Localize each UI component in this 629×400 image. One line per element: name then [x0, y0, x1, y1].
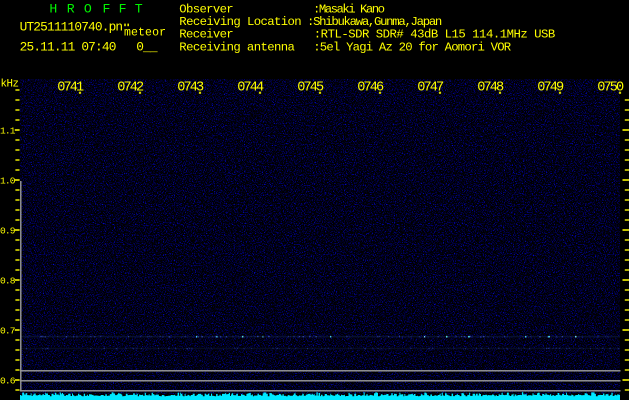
svg-text:0745: 0745: [297, 81, 324, 96]
svg-text:0744: 0744: [237, 81, 264, 96]
svg-text:1.0: 1.0: [0, 175, 16, 186]
svg-text:25.11.11 07:40 0__: 25.11.11 07:40 0__: [20, 39, 158, 54]
svg-text:H: H: [49, 1, 57, 16]
svg-text:meteor: meteor: [124, 27, 166, 40]
svg-text:0746: 0746: [357, 81, 384, 96]
svg-text:0747: 0747: [417, 81, 444, 96]
svg-text:0749: 0749: [537, 81, 564, 96]
svg-text:UT2511110740.pn: UT2511110740.pn: [20, 19, 124, 34]
svg-text:0.7: 0.7: [0, 325, 16, 336]
svg-text:F: F: [103, 1, 111, 16]
svg-text:0.8: 0.8: [0, 275, 16, 286]
svg-text:kHz: kHz: [1, 78, 20, 90]
svg-text:0.9: 0.9: [0, 225, 16, 236]
svg-text:0742: 0742: [117, 81, 144, 96]
svg-text:0743: 0743: [177, 81, 204, 96]
svg-text::5el Yagi Az 20 for Aomori VOR: :5el Yagi Az 20 for Aomori VOR: [313, 40, 512, 54]
svg-text:F: F: [119, 1, 127, 16]
svg-text:R: R: [67, 1, 75, 16]
svg-text:1.1: 1.1: [0, 125, 16, 136]
svg-text:0.6: 0.6: [0, 375, 16, 386]
svg-text:T: T: [135, 1, 143, 16]
svg-text:O: O: [84, 1, 92, 16]
svg-text:Receiving antenna: Receiving antenna: [179, 40, 295, 54]
svg-text:0748: 0748: [477, 81, 504, 96]
svg-text:0750: 0750: [597, 81, 624, 96]
svg-text:0741: 0741: [57, 81, 84, 96]
